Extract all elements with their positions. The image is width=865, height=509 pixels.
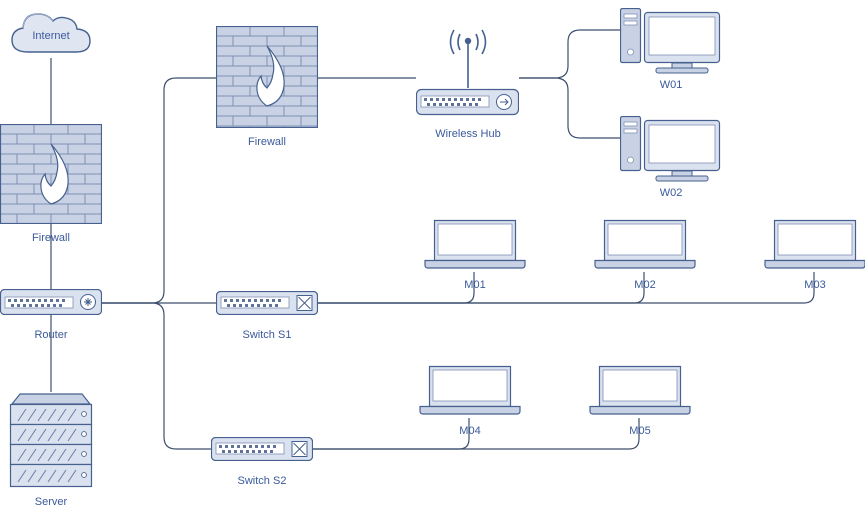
switch-icon bbox=[216, 291, 318, 315]
node-server[interactable] bbox=[8, 392, 94, 490]
node-m02[interactable] bbox=[594, 216, 696, 272]
node-switch-s1[interactable] bbox=[216, 291, 318, 315]
label-server: Server bbox=[34, 496, 68, 508]
node-firewall-1[interactable] bbox=[0, 124, 102, 224]
node-m01[interactable] bbox=[424, 216, 526, 272]
label-firewall-1: Firewall bbox=[32, 232, 70, 244]
node-firewall-2[interactable] bbox=[216, 26, 318, 128]
label-m01: M01 bbox=[464, 279, 486, 291]
label-firewall-2: Firewall bbox=[248, 136, 286, 148]
desktop-icon bbox=[620, 116, 721, 182]
label-m04: M04 bbox=[459, 425, 481, 437]
connection-wirelesshub-to-w01 bbox=[519, 29, 622, 79]
connection-wirelesshub-to-w02 bbox=[519, 77, 622, 139]
label-switch-s2: Switch S2 bbox=[237, 475, 287, 487]
router-icon bbox=[0, 289, 102, 315]
node-m04[interactable] bbox=[419, 362, 521, 418]
label-m02: M02 bbox=[634, 279, 656, 291]
node-m05[interactable] bbox=[589, 362, 691, 418]
laptop-icon bbox=[594, 219, 696, 269]
laptop-icon bbox=[764, 219, 865, 269]
node-wireless-hub[interactable] bbox=[416, 28, 519, 116]
node-switch-s2[interactable] bbox=[211, 437, 313, 461]
label-m03: M03 bbox=[804, 279, 826, 291]
wireless-hub-icon bbox=[416, 29, 519, 116]
server-icon bbox=[9, 393, 93, 488]
desktop-icon bbox=[620, 8, 721, 74]
node-w01[interactable] bbox=[620, 8, 722, 78]
network-diagram-canvas: Internet Firewall Router Server Firewall… bbox=[0, 0, 865, 509]
label-w01: W01 bbox=[659, 79, 683, 91]
firewall-icon bbox=[0, 124, 102, 224]
label-internet: Internet bbox=[32, 30, 70, 42]
connection-router-to-firewall2 bbox=[102, 77, 216, 304]
laptop-icon bbox=[424, 219, 526, 269]
label-router: Router bbox=[34, 329, 68, 341]
node-w02[interactable] bbox=[620, 116, 722, 186]
node-router[interactable] bbox=[0, 289, 102, 315]
label-switch-s1: Switch S1 bbox=[242, 329, 292, 341]
label-w02: W02 bbox=[659, 187, 683, 199]
laptop-icon bbox=[419, 365, 521, 415]
label-wireless-hub: Wireless Hub bbox=[435, 128, 501, 140]
firewall-icon bbox=[216, 26, 318, 128]
laptop-icon bbox=[589, 365, 691, 415]
connection-switch1-to-m03 bbox=[318, 272, 815, 304]
switch-icon bbox=[211, 437, 313, 461]
label-m05: M05 bbox=[629, 425, 651, 437]
connection-router-to-switch2 bbox=[102, 302, 211, 450]
node-m03[interactable] bbox=[764, 216, 865, 272]
